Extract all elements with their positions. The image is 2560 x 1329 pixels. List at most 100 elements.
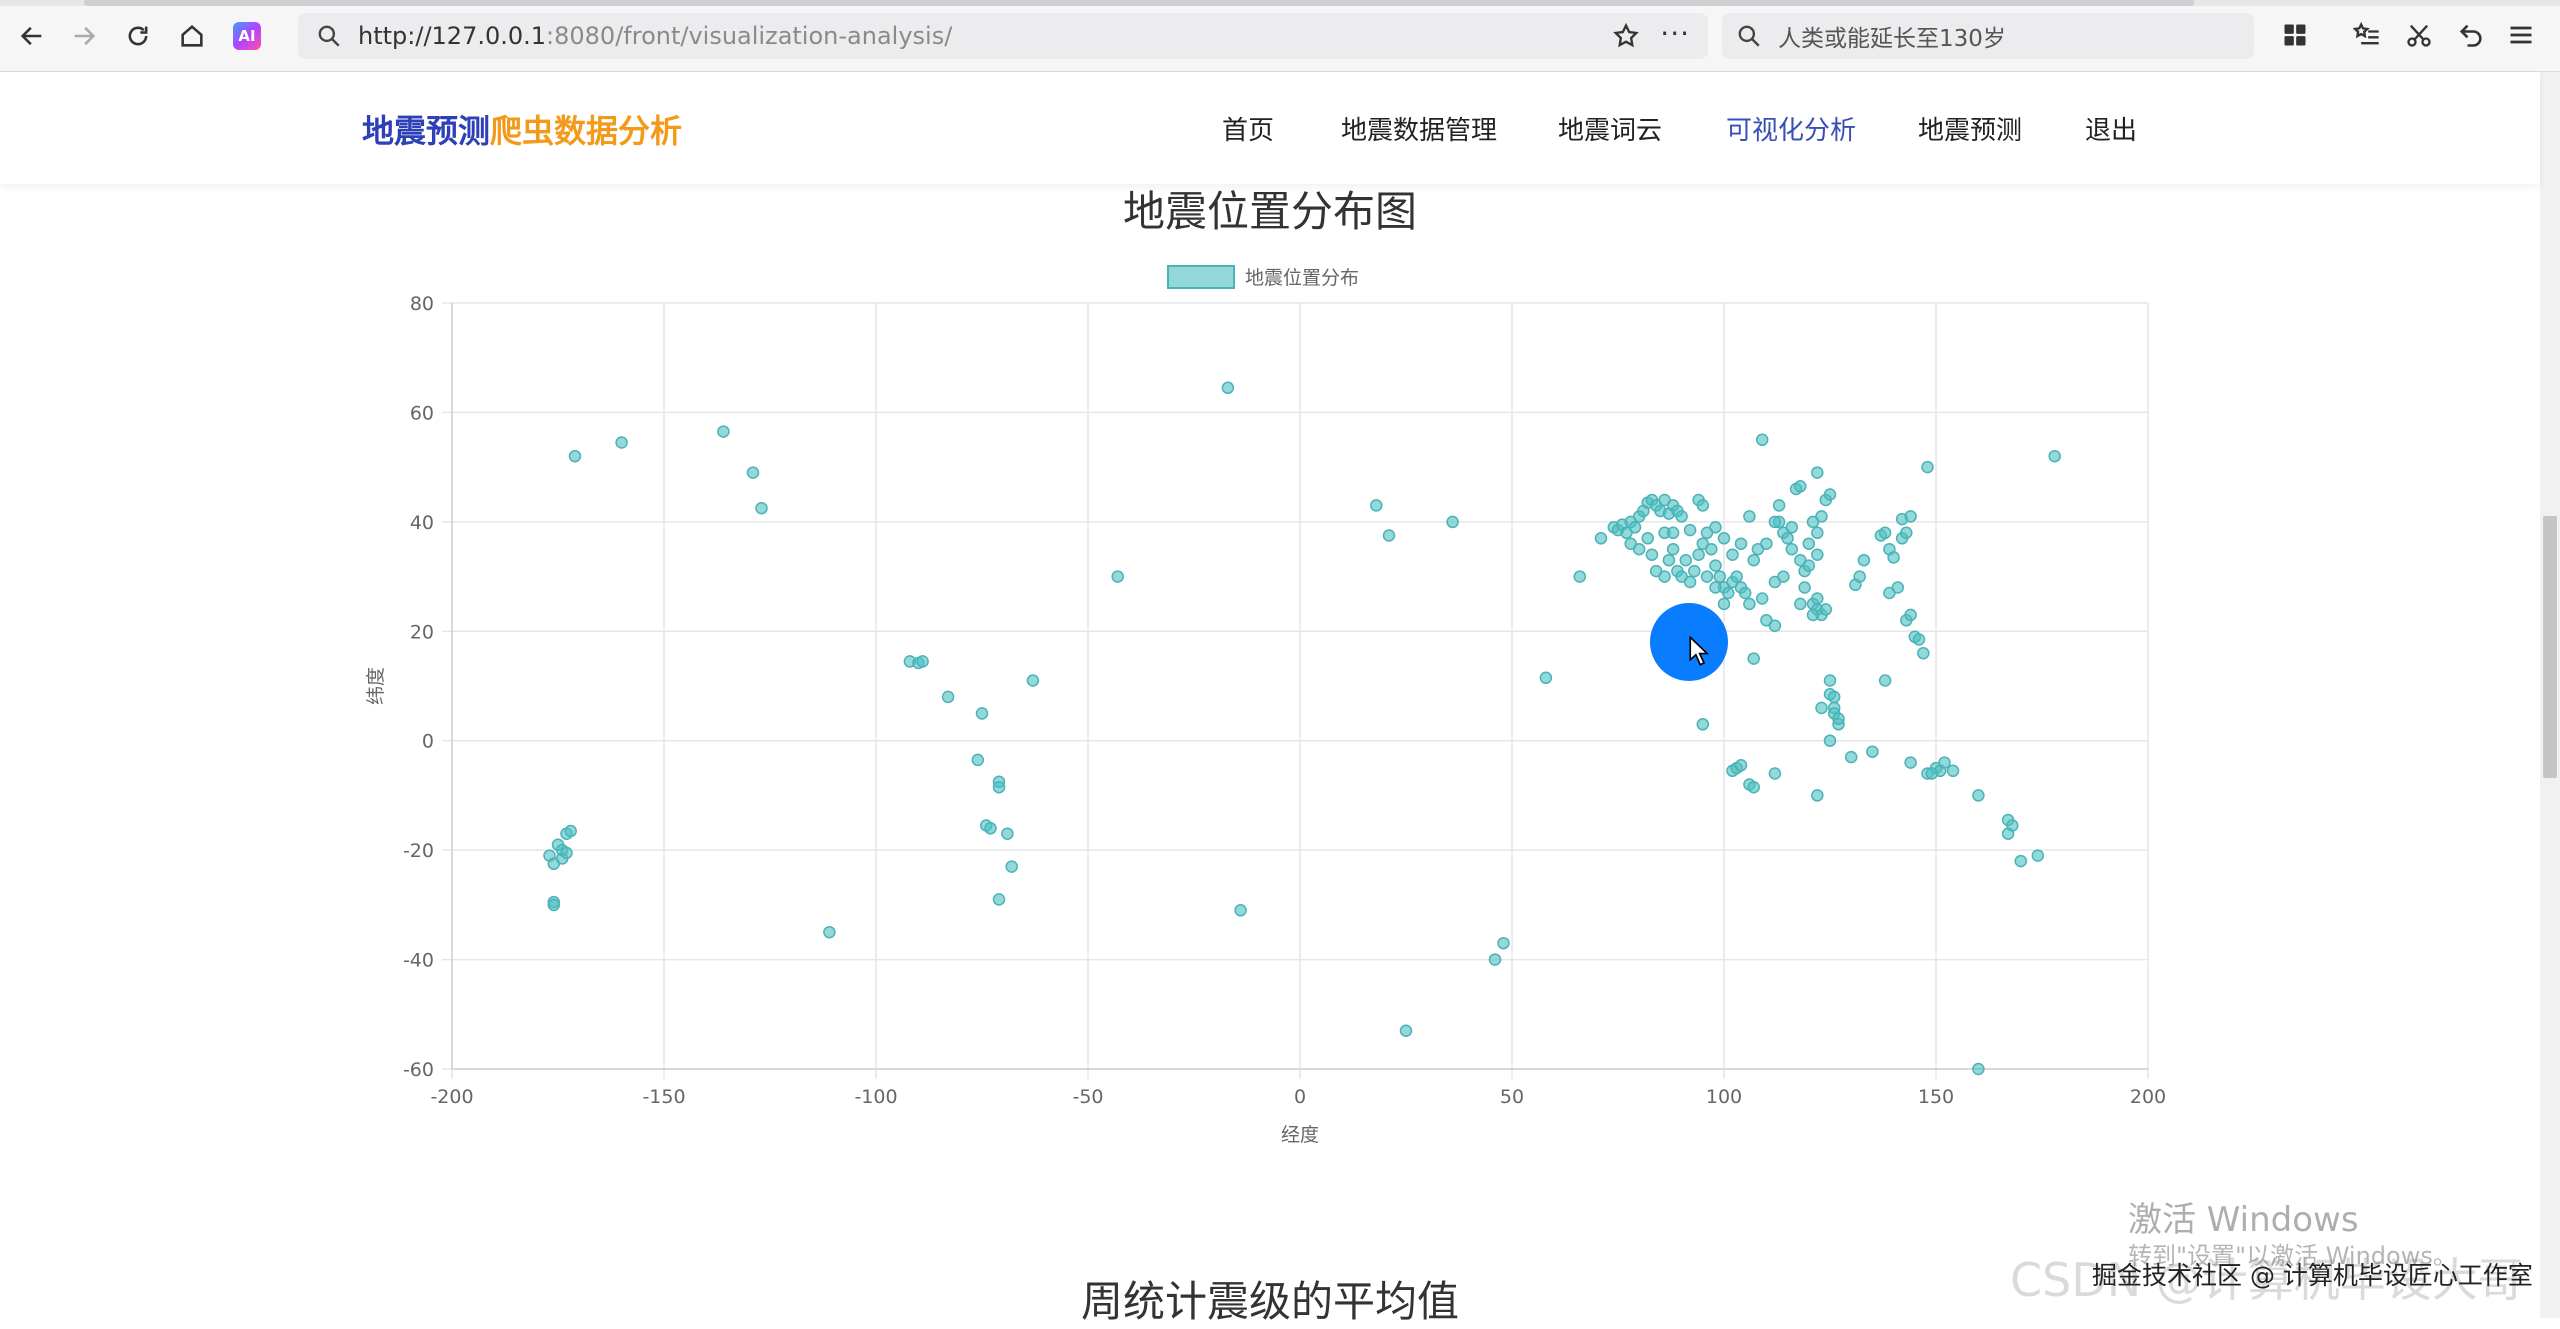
data-point[interactable] [1747, 780, 1760, 794]
data-point[interactable] [1692, 548, 1705, 561]
data-point[interactable] [560, 846, 573, 860]
legend-swatch[interactable] [1167, 265, 1235, 289]
data-point[interactable] [1823, 734, 1837, 747]
data-point[interactable] [1806, 515, 1820, 529]
data-point[interactable] [992, 893, 1006, 906]
data-point[interactable] [1675, 510, 1688, 523]
data-point[interactable] [1539, 671, 1553, 685]
data-point[interactable] [1819, 603, 1833, 616]
data-point[interactable] [1925, 767, 1939, 780]
data-point[interactable] [1721, 586, 1735, 600]
data-point[interactable] [1666, 542, 1680, 556]
data-point[interactable] [1921, 460, 1934, 474]
data-point[interactable] [1709, 581, 1722, 594]
data-point[interactable] [1734, 759, 1748, 772]
data-point[interactable] [1573, 570, 1587, 583]
data-point[interactable] [1823, 488, 1837, 501]
data-point[interactable] [1026, 674, 1040, 687]
data-point[interactable] [1794, 480, 1807, 493]
data-point[interactable] [1904, 510, 1917, 523]
data-point[interactable] [941, 690, 955, 704]
data-point[interactable] [1747, 553, 1760, 567]
data-point[interactable] [1785, 542, 1799, 556]
data-point[interactable] [1887, 551, 1900, 564]
data-point[interactable] [1717, 532, 1731, 545]
data-point[interactable] [1696, 499, 1710, 512]
data-point[interactable] [2031, 849, 2045, 862]
data-point[interactable] [1743, 597, 1756, 611]
data-point[interactable] [746, 466, 760, 479]
data-point[interactable] [1399, 1024, 1413, 1037]
data-point[interactable] [2048, 449, 2061, 463]
nav-visualization[interactable]: 可视化分析 [1726, 110, 1856, 147]
data-point[interactable] [1221, 381, 1235, 395]
data-point[interactable] [1972, 1062, 1985, 1076]
data-point[interactable] [1802, 537, 1816, 550]
data-point[interactable] [1917, 646, 1930, 660]
data-point[interactable] [1005, 860, 1018, 873]
scrollbar-thumb[interactable] [2543, 516, 2557, 778]
data-point[interactable] [1382, 529, 1396, 542]
data-point[interactable] [1785, 521, 1799, 534]
data-point[interactable] [984, 822, 997, 835]
data-point[interactable] [1111, 570, 1124, 583]
data-point[interactable] [1946, 764, 1960, 778]
data-point[interactable] [1641, 532, 1654, 545]
data-point[interactable] [1912, 633, 1926, 646]
data-point[interactable] [1772, 499, 1786, 512]
data-point[interactable] [564, 824, 577, 838]
nav-word-cloud[interactable]: 地震词云 [1558, 110, 1662, 147]
data-point[interactable] [1811, 548, 1824, 561]
data-point[interactable] [1844, 750, 1858, 764]
data-point[interactable] [1628, 521, 1642, 534]
data-point[interactable] [1972, 789, 1985, 802]
data-point[interactable] [1866, 745, 1879, 758]
data-point[interactable] [1658, 570, 1671, 583]
data-point[interactable] [1806, 608, 1820, 622]
data-point[interactable] [1679, 553, 1693, 567]
data-point[interactable] [992, 780, 1006, 794]
site-logo[interactable]: 地震预测爬虫数据分析 [362, 106, 682, 152]
data-point[interactable] [1709, 521, 1722, 534]
data-point[interactable] [1683, 575, 1697, 589]
data-point[interactable] [1811, 526, 1824, 540]
data-point[interactable] [547, 898, 561, 912]
data-point[interactable] [755, 501, 768, 515]
data-point[interactable] [1743, 510, 1756, 523]
data-point[interactable] [1878, 674, 1892, 687]
data-point[interactable] [1832, 712, 1845, 726]
data-point[interactable] [1904, 608, 1917, 622]
legend-label[interactable]: 地震位置分布 [1245, 267, 1359, 289]
data-point[interactable] [1705, 542, 1718, 556]
data-point[interactable] [1777, 570, 1790, 583]
data-point[interactable] [1904, 756, 1917, 769]
data-point[interactable] [1717, 597, 1731, 611]
data-point[interactable] [975, 707, 989, 720]
data-point[interactable] [1734, 537, 1748, 550]
data-point[interactable] [1234, 904, 1247, 917]
data-point[interactable] [1811, 592, 1824, 605]
data-point[interactable] [1811, 789, 1824, 802]
data-point[interactable] [1811, 466, 1824, 479]
data-point[interactable] [717, 425, 730, 438]
data-point[interactable] [1853, 570, 1866, 583]
data-point[interactable] [823, 925, 836, 939]
data-point[interactable] [2014, 854, 2028, 868]
data-point[interactable] [916, 655, 929, 668]
data-point[interactable] [1738, 586, 1752, 600]
data-point[interactable] [1700, 570, 1714, 583]
data-point[interactable] [1857, 553, 1871, 567]
nav-home[interactable]: 首页 [1222, 110, 1274, 147]
data-point[interactable] [1794, 597, 1807, 611]
data-point[interactable] [1497, 936, 1510, 950]
data-point[interactable] [1726, 548, 1739, 561]
data-point[interactable] [1488, 953, 1502, 966]
data-point[interactable] [1688, 564, 1701, 578]
data-point[interactable] [1768, 515, 1782, 529]
data-point[interactable] [1768, 767, 1782, 780]
data-point[interactable] [1632, 542, 1646, 556]
data-point[interactable] [1755, 433, 1769, 447]
data-point[interactable] [1768, 619, 1782, 633]
data-point[interactable] [1815, 701, 1828, 715]
data-point[interactable] [1666, 526, 1680, 540]
